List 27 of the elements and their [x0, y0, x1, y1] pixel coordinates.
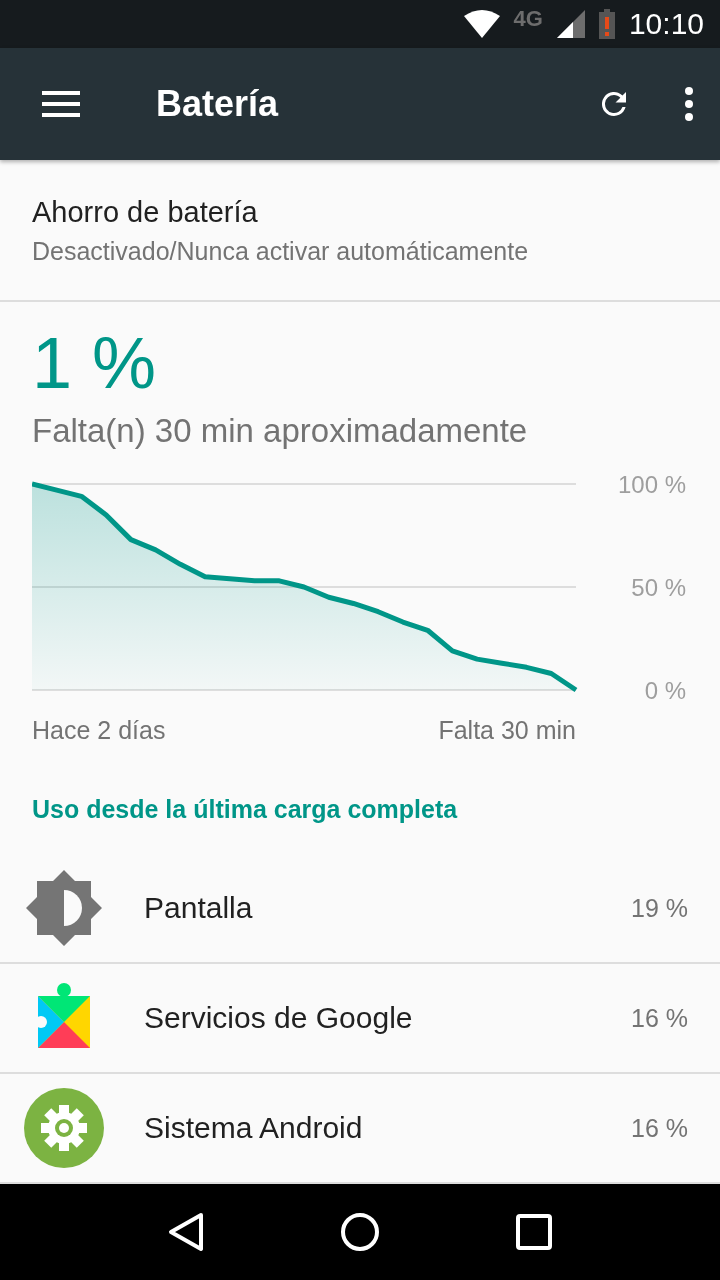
app-bar-title: Batería — [156, 83, 280, 125]
axis-label: Falta 30 min — [438, 716, 576, 745]
usage-percent: 19 % — [631, 893, 688, 923]
app-name: Sistema Android — [144, 1111, 364, 1145]
gear-icon — [24, 1088, 104, 1168]
usage-percent: 16 % — [631, 1113, 688, 1143]
axis-label: 100 % — [617, 470, 686, 498]
battery-saver-item[interactable]: Ahorro de batería Desactivado/Nunca activar automáticamente — [0, 160, 720, 302]
axis-label: Hace 2 días — [32, 716, 166, 745]
axis-label: 0 % — [644, 676, 686, 704]
clock: 10:10 — [628, 7, 704, 41]
axis-label: 50 % — [631, 573, 686, 601]
usage-row[interactable]: Pantalla 19 % — [0, 854, 720, 964]
battery-alert-icon — [598, 9, 615, 39]
battery-percent: 1 % — [32, 322, 158, 404]
wifi-icon — [463, 10, 500, 38]
network-label: 4G — [513, 6, 543, 32]
brightness-icon — [24, 868, 104, 948]
time-remaining: Falta(n) 30 min aproximadamente — [32, 412, 529, 450]
signal-icon — [556, 10, 585, 38]
usage-percent: 16 % — [631, 1003, 688, 1033]
setting-title: Ahorro de batería — [32, 196, 259, 229]
usage-row[interactable]: Servicios de Google 16 % — [0, 964, 720, 1074]
app-name: Servicios de Google — [144, 1001, 414, 1035]
setting-summary: Desactivado/Nunca activar automáticamente — [32, 237, 530, 266]
section-header: Uso desde la última carga completa — [32, 795, 459, 824]
app-name: Pantalla — [144, 891, 254, 925]
